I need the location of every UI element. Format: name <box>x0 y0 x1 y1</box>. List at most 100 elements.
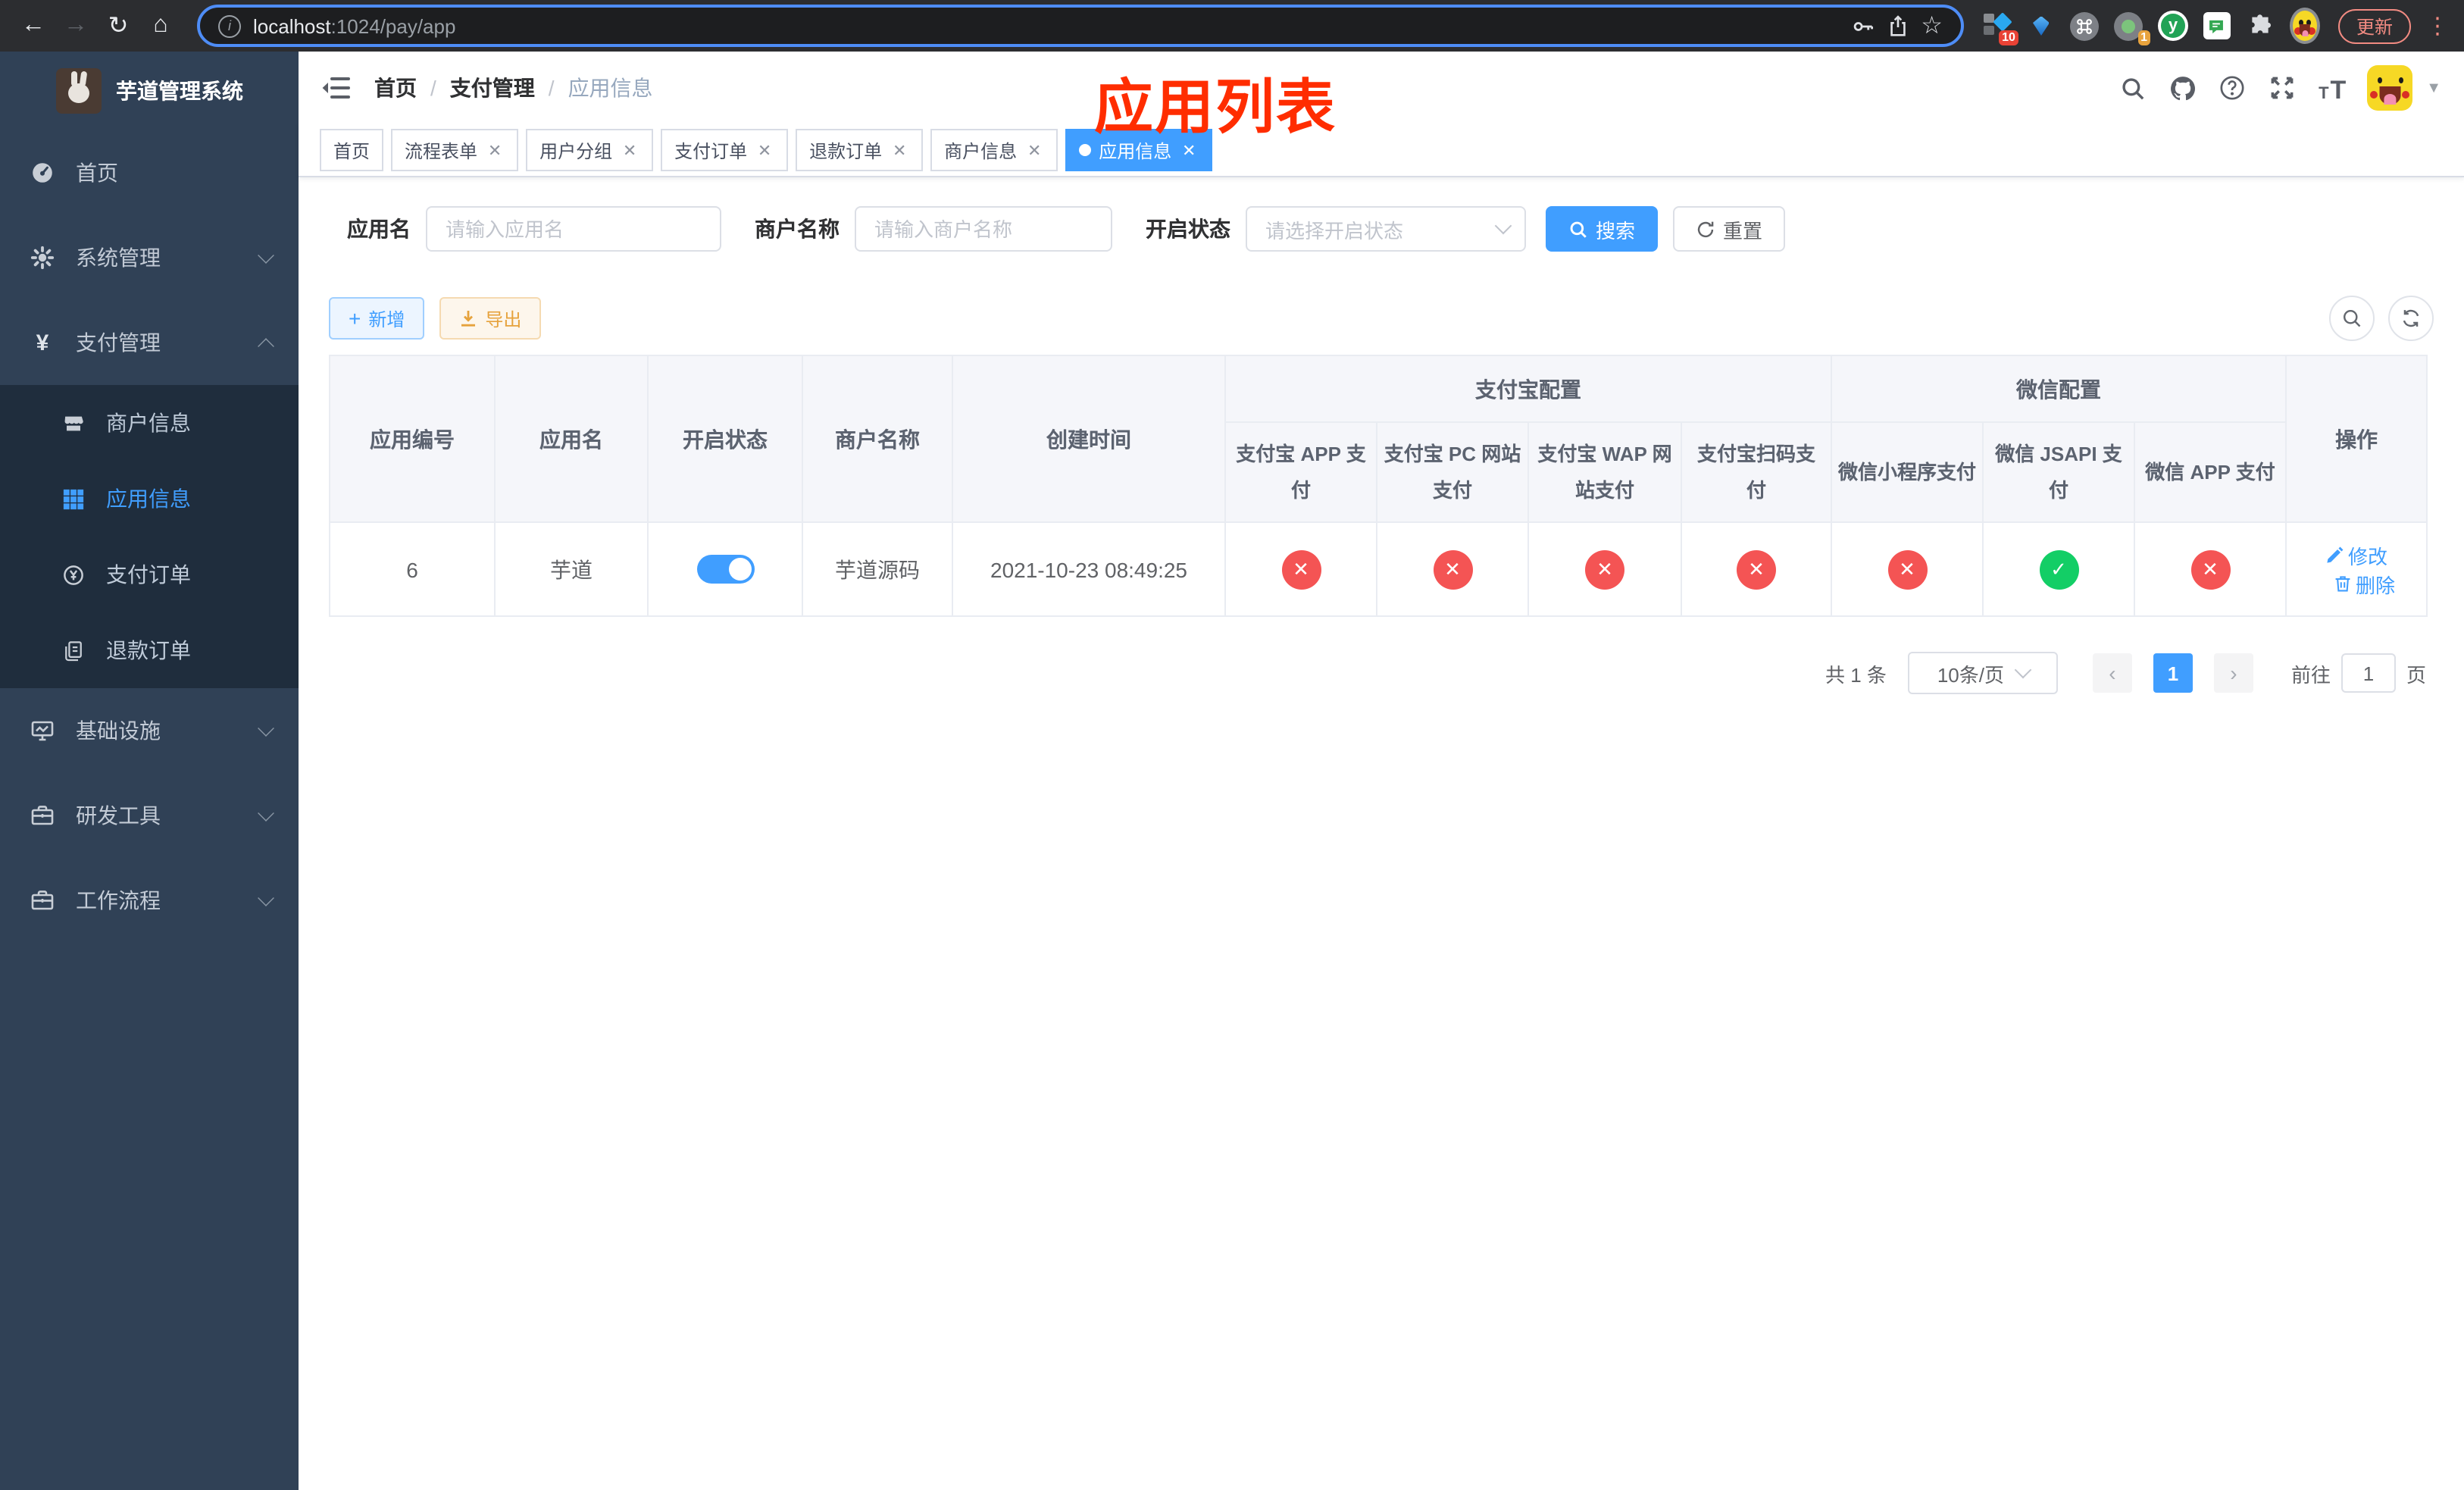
tab-home[interactable]: 首页 <box>320 129 384 171</box>
browser-forward-button[interactable]: → <box>58 8 94 44</box>
breadcrumb-payment[interactable]: 支付管理 <box>450 73 535 103</box>
site-info-icon[interactable]: i <box>218 14 241 37</box>
github-icon[interactable] <box>2167 73 2197 103</box>
merchant-name-input[interactable] <box>855 206 1112 252</box>
page-number-1[interactable]: 1 <box>2153 653 2193 693</box>
extension-recorder-icon[interactable]: 1 <box>2114 11 2150 45</box>
grid-icon <box>61 487 85 511</box>
chevron-down-icon <box>2013 661 2031 679</box>
font-size-icon[interactable]: TT <box>2317 73 2347 103</box>
extension-blocks-icon[interactable]: 10 <box>1982 11 2018 45</box>
chevron-down-icon <box>258 805 274 822</box>
tab-pay-orders[interactable]: 支付订单 ✕ <box>661 129 789 171</box>
app-logo[interactable]: 芋道管理系统 <box>0 52 299 130</box>
goto-page-input[interactable] <box>2340 653 2396 693</box>
delete-link[interactable]: 删除 <box>2333 569 2395 598</box>
search-icon[interactable] <box>2117 73 2147 103</box>
user-avatar[interactable] <box>2367 65 2413 111</box>
sidebar-item-app-info[interactable]: 应用信息 <box>0 461 299 537</box>
tab-close-icon[interactable]: ✕ <box>620 140 639 160</box>
chevron-down-icon <box>1494 217 1512 235</box>
sidebar-item-system[interactable]: 系统管理 <box>0 215 299 300</box>
dashboard-icon <box>30 161 55 185</box>
sidebar-item-workflow[interactable]: 工作流程 <box>0 858 299 943</box>
tab-close-icon[interactable]: ✕ <box>755 140 774 160</box>
tab-merchant-info[interactable]: 商户信息 ✕ <box>930 129 1058 171</box>
password-key-icon[interactable] <box>1851 14 1874 37</box>
tab-user-group[interactable]: 用户分组 ✕ <box>526 129 654 171</box>
edit-link[interactable]: 修改 <box>2325 540 2387 569</box>
col-alipay-qr: 支付宝扫码支付 <box>1681 421 1832 523</box>
payment-submenu: 商户信息 应用信息 支付订单 退款订单 <box>0 385 299 688</box>
tab-refund-orders[interactable]: 退款订单 ✕ <box>796 129 924 171</box>
sidebar-item-refund-orders[interactable]: 退款订单 <box>0 612 299 688</box>
breadcrumb-home[interactable]: 首页 <box>374 73 417 103</box>
toggle-search-button[interactable] <box>2329 296 2375 341</box>
app-name-input[interactable] <box>426 206 721 252</box>
browser-back-button[interactable]: ← <box>15 8 52 44</box>
cell-status <box>647 521 803 617</box>
navbar: 首页 / 支付管理 / 应用信息 应用列表 T T ▼ <box>299 52 2464 141</box>
search-button[interactable]: 搜索 <box>1546 206 1659 252</box>
browser-menu-icon[interactable]: ⋮ <box>2426 12 2449 39</box>
col-wx-app: 微信 APP 支付 <box>2133 421 2287 523</box>
app-title: 芋道管理系统 <box>116 79 243 103</box>
export-button[interactable]: 导出 <box>439 297 542 340</box>
extension-chat-icon[interactable] <box>2202 11 2232 41</box>
refresh-icon <box>1697 221 1714 237</box>
browser-toolbar: ← → ↻ ⌂ i localhost:1024/pay/app ☆ 10 1 … <box>0 0 2464 52</box>
page-size-select[interactable]: 10条/页 <box>1907 652 2058 694</box>
sidebar-collapse-icon[interactable] <box>321 76 352 100</box>
tab-close-icon[interactable]: ✕ <box>485 140 505 160</box>
chrome-update-button[interactable]: 更新 <box>2337 8 2411 43</box>
avatar-caret-down-icon[interactable]: ▼ <box>2426 80 2441 96</box>
sidebar-item-payment[interactable]: ¥ 支付管理 <box>0 300 299 385</box>
add-button[interactable]: + 新增 <box>329 297 425 340</box>
address-bar[interactable]: i localhost:1024/pay/app ☆ <box>197 5 1964 47</box>
fullscreen-icon[interactable] <box>2267 73 2297 103</box>
extension-y-icon[interactable]: y <box>2157 11 2188 41</box>
col-create-time: 创建时间 <box>952 355 1226 523</box>
table-toolbar: + 新增 导出 <box>329 296 2434 341</box>
logo-rabbit-image <box>55 68 101 114</box>
col-alipay-wap: 支付宝 WAP 网站支付 <box>1527 421 1682 523</box>
prev-page-button[interactable]: ‹ <box>2092 653 2132 693</box>
tab-close-icon[interactable]: ✕ <box>1024 140 1044 160</box>
sidebar-item-infrastructure[interactable]: 基础设施 <box>0 688 299 773</box>
extension-badge: 10 <box>1999 30 2018 45</box>
extensions-puzzle-icon[interactable] <box>2246 11 2276 41</box>
status-select[interactable]: 请选择开启状态 <box>1246 206 1526 252</box>
plus-icon: + <box>349 306 361 330</box>
channel-status-icon: ✕ <box>1737 549 1776 589</box>
tab-close-icon[interactable]: ✕ <box>890 140 909 160</box>
extension-balloon-icon[interactable] <box>2026 11 2056 41</box>
browser-profile-avatar[interactable] <box>2289 8 2320 44</box>
extension-command-icon[interactable] <box>2070 11 2100 41</box>
help-icon[interactable] <box>2217 73 2247 103</box>
reset-button[interactable]: 重置 <box>1673 206 1786 252</box>
pencil-icon <box>2326 546 2343 563</box>
url-text[interactable]: localhost:1024/pay/app <box>253 14 1839 37</box>
sidebar-item-home[interactable]: 首页 <box>0 130 299 215</box>
cell-alipay-app: ✕ <box>1224 521 1377 617</box>
bookmark-star-icon[interactable]: ☆ <box>1921 11 1943 41</box>
status-toggle[interactable] <box>696 555 754 584</box>
tab-process-form[interactable]: 流程表单 ✕ <box>391 129 519 171</box>
channel-status-icon: ✕ <box>1281 549 1321 589</box>
share-icon[interactable] <box>1886 14 1909 37</box>
browser-reload-button[interactable]: ↻ <box>100 8 136 44</box>
sidebar-item-dev-tools[interactable]: 研发工具 <box>0 773 299 858</box>
channel-status-icon: ✓ <box>2039 549 2078 589</box>
pagination-total: 共 1 条 <box>1825 663 1887 686</box>
col-alipay-pc: 支付宝 PC 网站支付 <box>1376 421 1529 523</box>
table-row: 6 芋道 芋道源码 2021-10-23 08:49:25 ✕ ✕ ✕ ✕ ✕ <box>329 521 2428 617</box>
next-page-button[interactable]: › <box>2213 653 2253 693</box>
browser-home-button[interactable]: ⌂ <box>142 8 179 44</box>
sidebar-item-merchant-info[interactable]: 商户信息 <box>0 385 299 461</box>
refresh-icon <box>2403 309 2419 327</box>
search-icon <box>2343 309 2361 327</box>
sidebar-item-pay-orders[interactable]: 支付订单 <box>0 537 299 612</box>
merchant-name-label: 商户名称 <box>755 217 840 241</box>
page-annotation: 应用列表 <box>1094 76 1337 141</box>
refresh-table-button[interactable] <box>2388 296 2434 341</box>
